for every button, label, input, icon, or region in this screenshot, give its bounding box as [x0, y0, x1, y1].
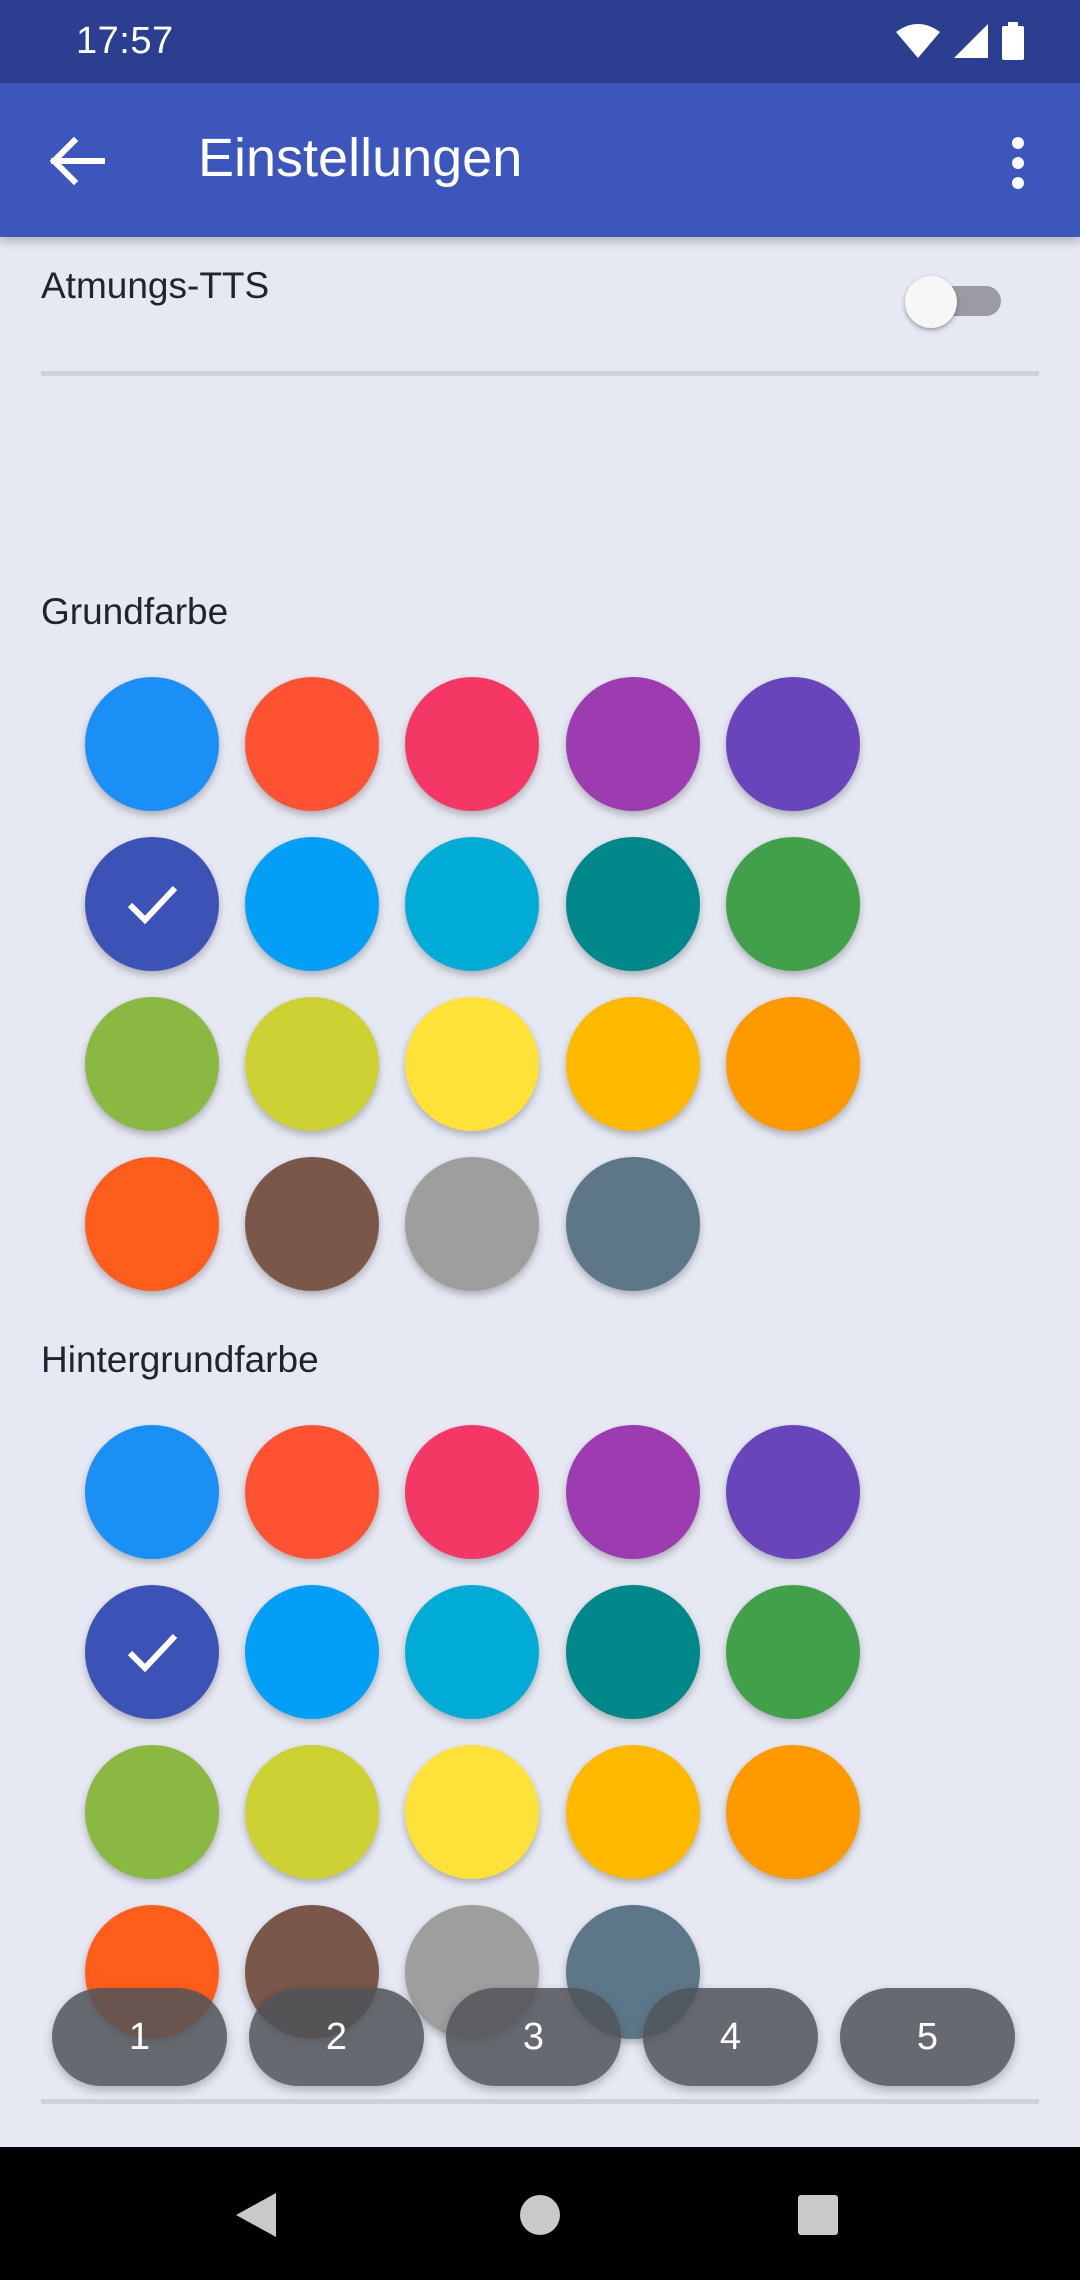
system-nav-bar — [0, 2147, 1080, 2280]
color-swatch[interactable] — [245, 1425, 379, 1559]
color-swatch[interactable] — [85, 997, 219, 1131]
section-label-hintergrundfarbe: Hintergrundfarbe — [41, 1339, 319, 1380]
color-swatch[interactable] — [566, 1157, 700, 1291]
color-swatch[interactable] — [726, 1425, 860, 1559]
switch-thumb — [905, 276, 957, 328]
color-swatch[interactable] — [245, 1585, 379, 1719]
color-swatch[interactable] — [566, 1425, 700, 1559]
color-swatch[interactable] — [85, 677, 219, 811]
battery-icon — [1002, 22, 1024, 60]
checkmark-icon — [127, 885, 178, 925]
page-title: Einstellungen — [198, 128, 523, 188]
color-swatch[interactable] — [405, 677, 539, 811]
status-icons — [896, 20, 1024, 62]
nav-recents-button[interactable] — [788, 2185, 848, 2245]
color-swatch[interactable] — [85, 1157, 219, 1291]
tts-setting-row[interactable]: Atmungs-TTS — [0, 237, 1080, 377]
color-swatch[interactable] — [85, 1745, 219, 1879]
color-swatch[interactable] — [726, 1745, 860, 1879]
recents-square-icon — [798, 2195, 838, 2235]
color-swatch[interactable] — [245, 997, 379, 1131]
color-swatch[interactable] — [405, 837, 539, 971]
tts-setting-label: Atmungs-TTS — [41, 265, 270, 306]
color-swatch[interactable] — [566, 1745, 700, 1879]
pager-button-4[interactable]: 4 — [643, 1988, 818, 2086]
pager-button-3[interactable]: 3 — [446, 1988, 621, 2086]
back-button[interactable] — [40, 129, 114, 193]
arrow-left-icon — [49, 136, 105, 186]
status-bar: 17:57 — [0, 0, 1080, 83]
color-swatch[interactable] — [85, 1425, 219, 1559]
nav-home-button[interactable] — [510, 2185, 570, 2245]
color-swatch[interactable] — [726, 1585, 860, 1719]
nav-back-button[interactable] — [228, 2185, 288, 2245]
status-time: 17:57 — [76, 20, 174, 62]
checkmark-icon — [127, 1633, 178, 1673]
color-swatch[interactable] — [405, 1745, 539, 1879]
color-swatch[interactable] — [566, 1585, 700, 1719]
color-swatch[interactable] — [245, 837, 379, 971]
app-bar: Einstellungen — [0, 83, 1080, 237]
back-triangle-icon — [236, 2193, 276, 2237]
color-swatch[interactable] — [245, 1157, 379, 1291]
tts-toggle-switch[interactable] — [905, 276, 1003, 328]
pager-button-5[interactable]: 5 — [840, 1988, 1015, 2086]
pager-button-2[interactable]: 2 — [249, 1988, 424, 2086]
color-swatch[interactable] — [85, 1585, 219, 1719]
wifi-icon — [896, 24, 940, 58]
settings-content[interactable]: Atmungs-TTS Grundfarbe Hintergrundfarbe — [0, 237, 1080, 2147]
color-swatch[interactable] — [726, 837, 860, 971]
color-swatch[interactable] — [726, 677, 860, 811]
pager-button-1[interactable]: 1 — [52, 1988, 227, 2086]
divider — [41, 2099, 1039, 2104]
more-vertical-icon — [1012, 137, 1024, 189]
color-swatch[interactable] — [85, 837, 219, 971]
color-swatch[interactable] — [566, 837, 700, 971]
divider — [41, 371, 1039, 376]
color-swatch[interactable] — [245, 1745, 379, 1879]
cell-signal-icon — [954, 24, 988, 58]
home-circle-icon — [520, 2195, 560, 2235]
color-swatch[interactable] — [726, 997, 860, 1131]
overflow-menu-button[interactable] — [986, 123, 1050, 203]
color-swatch[interactable] — [405, 997, 539, 1131]
color-swatch[interactable] — [245, 677, 379, 811]
color-swatch[interactable] — [566, 677, 700, 811]
color-swatch[interactable] — [405, 1157, 539, 1291]
color-swatch[interactable] — [405, 1425, 539, 1559]
color-swatch[interactable] — [405, 1585, 539, 1719]
section-label-grundfarbe: Grundfarbe — [41, 591, 229, 632]
color-swatch[interactable] — [566, 997, 700, 1131]
